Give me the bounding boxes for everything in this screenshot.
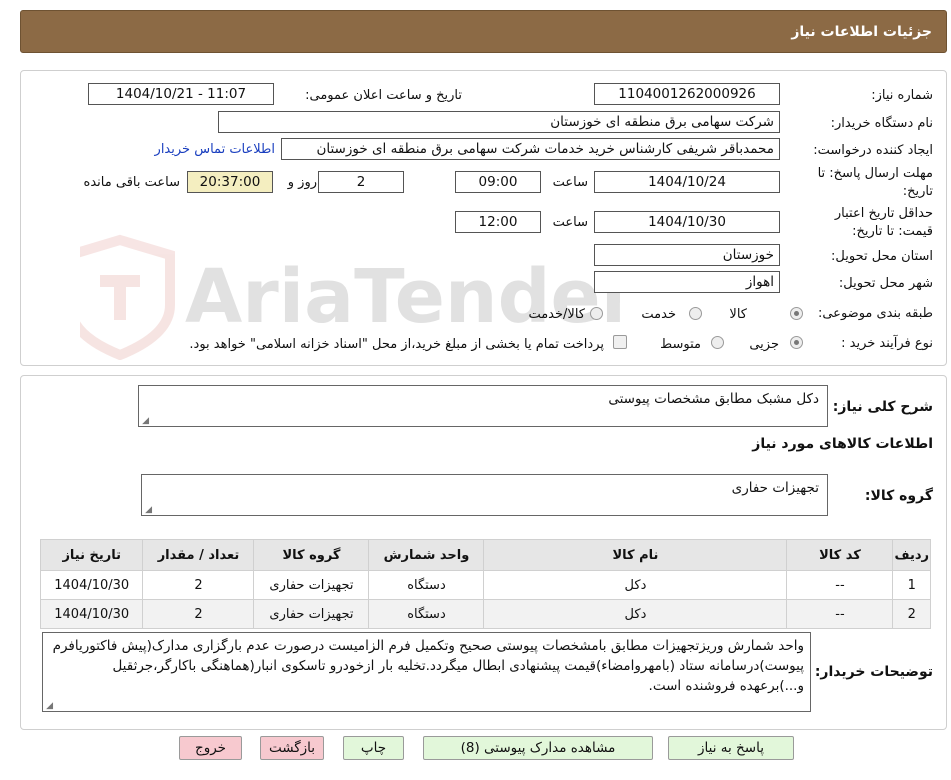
validity-label-line2: قیمت: تا تاریخ: bbox=[852, 224, 933, 239]
treasury-payment-checkbox[interactable] bbox=[613, 335, 627, 349]
province-label: استان محل تحویل: bbox=[831, 249, 933, 264]
cell-item-code: -- bbox=[786, 570, 894, 600]
cell-quantity: 2 bbox=[142, 599, 255, 629]
category-option-goods: کالا bbox=[729, 307, 747, 322]
summary-textarea[interactable]: دکل مشبک مطابق مشخصات پیوستی ◢ bbox=[138, 385, 828, 427]
cell-row-number: 2 bbox=[892, 599, 931, 629]
category-option-goods-service: کالا/خدمت bbox=[528, 307, 585, 322]
cell-unit: دستگاه bbox=[368, 570, 485, 600]
buyer-notes-textarea[interactable]: واحد شمارش وریزتجهیزات مطابق بامشخصات پی… bbox=[42, 632, 811, 712]
deadline-time-label: ساعت bbox=[552, 175, 588, 190]
cell-row-number: 1 bbox=[892, 570, 931, 600]
treasury-payment-note: پرداخت تمام یا بخشی از مبلغ خرید،از محل … bbox=[189, 337, 604, 352]
province-field: خوزستان bbox=[594, 244, 780, 266]
days-label: روز و bbox=[287, 175, 317, 190]
col-header-row-number: ردیف bbox=[892, 539, 931, 571]
need-number-label: شماره نیاز: bbox=[871, 88, 933, 103]
process-radio-medium[interactable] bbox=[711, 336, 724, 349]
days-field: 2 bbox=[318, 171, 404, 193]
need-number-field: 1104001262000926 bbox=[594, 83, 780, 105]
summary-text: دکل مشبک مطابق مشخصات پیوستی bbox=[608, 391, 819, 407]
cell-item-name: دکل bbox=[483, 570, 788, 600]
validity-time-field: 12:00 bbox=[455, 211, 541, 233]
remaining-label: ساعت باقی مانده bbox=[83, 175, 180, 190]
category-radio-goods-service[interactable] bbox=[590, 307, 603, 320]
resize-grip-icon[interactable]: ◢ bbox=[141, 417, 149, 426]
deadline-time-field: 09:00 bbox=[455, 171, 541, 193]
goods-group-textarea[interactable]: تجهیزات حفاری ◢ bbox=[141, 474, 828, 516]
reply-button[interactable]: پاسخ به نیاز bbox=[668, 736, 794, 760]
print-button[interactable]: چاپ bbox=[343, 736, 404, 760]
col-header-item-name: نام کالا bbox=[483, 539, 788, 571]
resize-grip-icon[interactable]: ◢ bbox=[144, 506, 152, 515]
buyer-field: شرکت سهامی برق منطقه ای خوزستان bbox=[218, 111, 780, 133]
col-header-group: گروه کالا bbox=[253, 539, 370, 571]
goods-group-text: تجهیزات حفاری bbox=[731, 480, 819, 496]
city-label: شهر محل تحویل: bbox=[838, 276, 933, 291]
cell-group: تجهیزات حفاری bbox=[253, 599, 370, 629]
cell-group: تجهیزات حفاری bbox=[253, 570, 370, 600]
view-attachments-button[interactable]: مشاهده مدارک پیوستی (8) bbox=[423, 736, 653, 760]
validity-label-line1: حداقل تاریخ اعتبار bbox=[834, 206, 933, 221]
cell-item-code: -- bbox=[786, 599, 894, 629]
category-label: طبقه بندی موضوعی: bbox=[817, 306, 933, 321]
buyer-label: نام دستگاه خریدار: bbox=[830, 116, 933, 131]
table-row: 2 -- دکل دستگاه تجهیزات حفاری 2 1404/10/… bbox=[39, 599, 931, 629]
deadline-label-line2: تاریخ: bbox=[902, 184, 933, 199]
announce-label: تاریخ و ساعت اعلان عمومی: bbox=[305, 88, 462, 103]
announce-field: 1404/10/21 - 11:07 bbox=[88, 83, 274, 105]
city-field: اهواز bbox=[594, 271, 780, 293]
goods-group-label: گروه کالا: bbox=[864, 488, 933, 504]
back-button[interactable]: بازگشت bbox=[260, 736, 324, 760]
cell-need-date: 1404/10/30 bbox=[39, 599, 144, 629]
resize-grip-icon[interactable]: ◢ bbox=[45, 702, 53, 711]
category-option-service: خدمت bbox=[641, 307, 676, 322]
deadline-label-line1: مهلت ارسال پاسخ: تا bbox=[817, 166, 933, 181]
category-radio-service[interactable] bbox=[689, 307, 702, 320]
validity-time-label: ساعت bbox=[552, 215, 588, 230]
page-title: جزئیات اطلاعات نیاز bbox=[791, 24, 932, 40]
buyer-notes-label: توضیحات خریدار: bbox=[814, 664, 933, 680]
table-header-row: ردیف کد کالا نام کالا واحد شمارش گروه کا… bbox=[39, 539, 931, 571]
summary-label: شرح کلی نیاز: bbox=[832, 399, 933, 415]
creator-field: محمدباقر شریفی کارشناس خرید خدمات شرکت س… bbox=[281, 138, 780, 160]
cell-unit: دستگاه bbox=[368, 599, 485, 629]
buyer-notes-text: واحد شمارش وریزتجهیزات مطابق بامشخصات پی… bbox=[52, 638, 804, 694]
process-option-minor: جزیی bbox=[749, 337, 779, 352]
process-radio-minor[interactable] bbox=[790, 336, 803, 349]
col-header-quantity: تعداد / مقدار bbox=[142, 539, 255, 571]
creator-label: ایجاد کننده درخواست: bbox=[813, 143, 933, 158]
validity-date-field: 1404/10/30 bbox=[594, 211, 780, 233]
process-label: نوع فرآیند خرید : bbox=[841, 336, 933, 351]
exit-button[interactable]: خروج bbox=[179, 736, 242, 760]
col-header-need-date: تاریخ نیاز bbox=[39, 539, 144, 571]
deadline-date-field: 1404/10/24 bbox=[594, 171, 780, 193]
goods-info-title: اطلاعات کالاهای مورد نیاز bbox=[752, 436, 933, 452]
table-row: 1 -- دکل دستگاه تجهیزات حفاری 2 1404/10/… bbox=[39, 570, 931, 600]
watermark-text: AriaTender.neT bbox=[185, 254, 620, 340]
goods-table: ردیف کد کالا نام کالا واحد شمارش گروه کا… bbox=[39, 539, 931, 629]
cell-quantity: 2 bbox=[142, 570, 255, 600]
page-header: جزئیات اطلاعات نیاز bbox=[20, 10, 947, 53]
col-header-unit: واحد شمارش bbox=[368, 539, 485, 571]
cell-item-name: دکل bbox=[483, 599, 788, 629]
buyer-contact-link[interactable]: اطلاعات تماس خریدار bbox=[155, 142, 275, 157]
cell-need-date: 1404/10/30 bbox=[39, 570, 144, 600]
col-header-item-code: کد کالا bbox=[786, 539, 894, 571]
process-option-medium: متوسط bbox=[660, 337, 701, 352]
category-radio-goods[interactable] bbox=[790, 307, 803, 320]
remaining-time-field: 20:37:00 bbox=[187, 171, 273, 193]
